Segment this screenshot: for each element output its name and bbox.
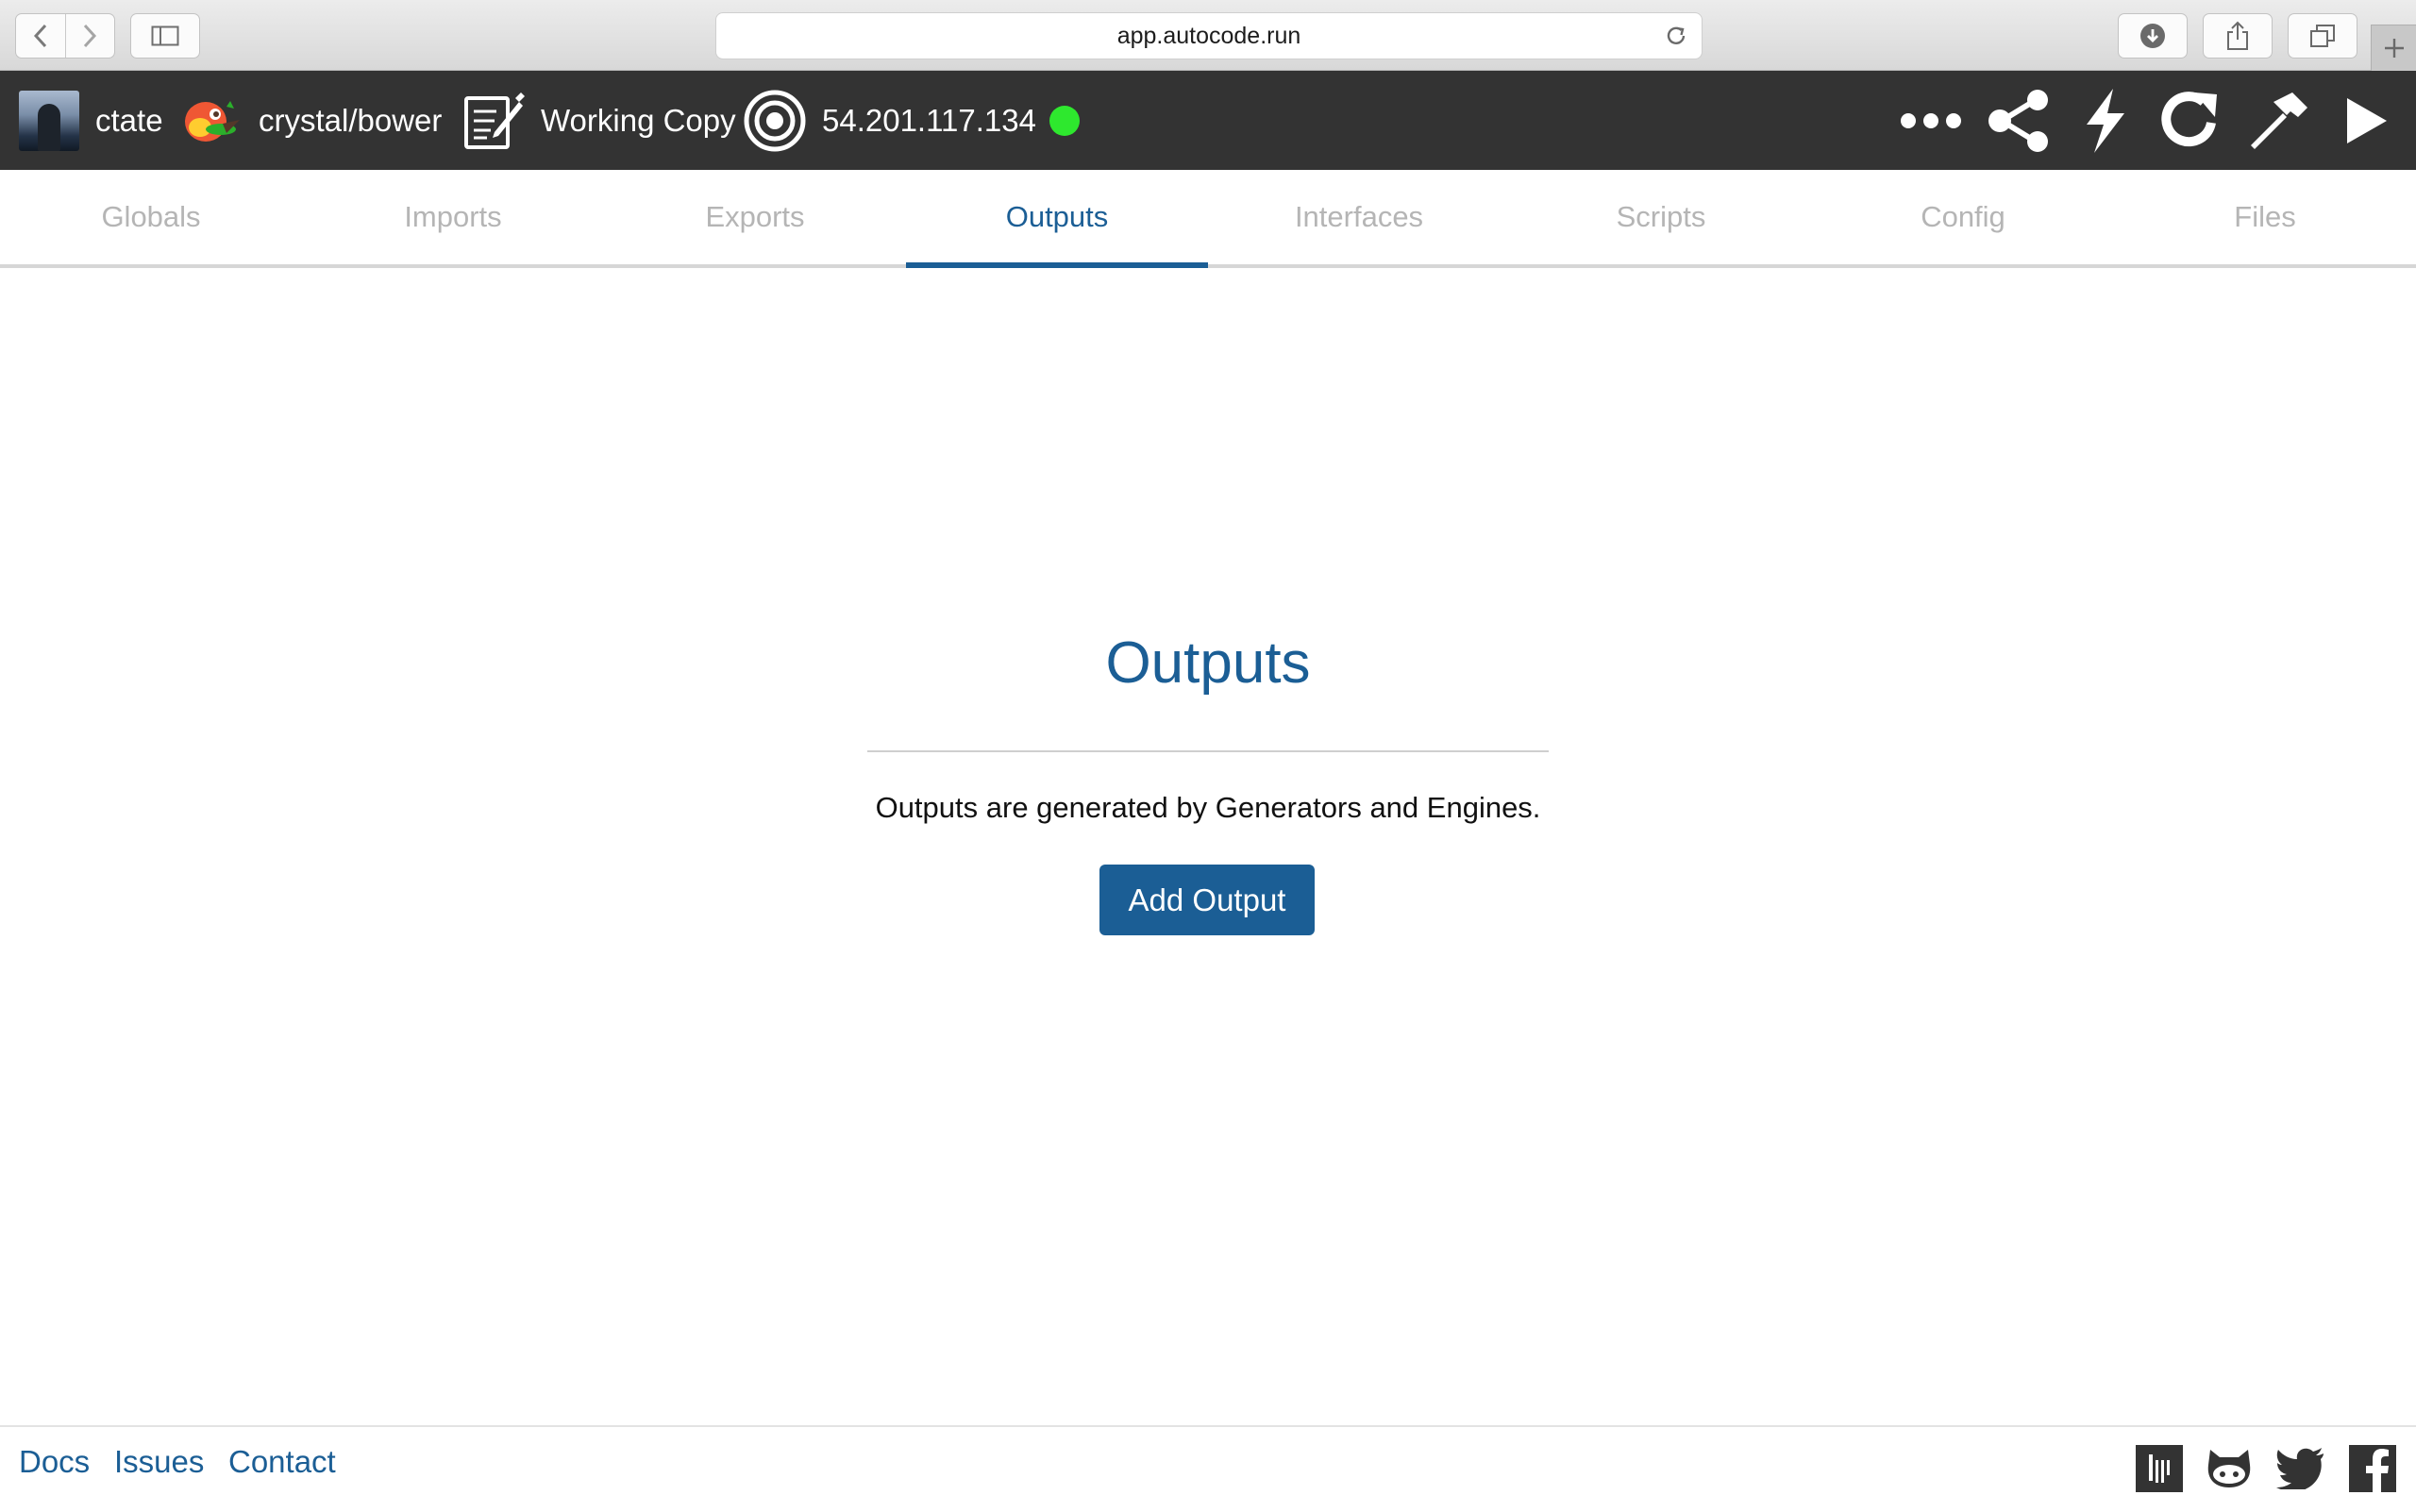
reload-icon[interactable] — [1664, 24, 1688, 48]
build-button[interactable] — [2244, 71, 2310, 170]
avatar[interactable] — [19, 90, 79, 151]
refresh-icon — [2161, 91, 2217, 146]
twitter-link[interactable] — [2276, 1444, 2325, 1493]
branch-name[interactable]: Working Copy — [541, 103, 736, 139]
gitter-link[interactable] — [2135, 1444, 2184, 1493]
user-profile[interactable] — [19, 71, 79, 170]
quick-action-button[interactable] — [2074, 71, 2135, 170]
target-icon — [744, 90, 806, 151]
plus-icon — [2385, 39, 2404, 58]
server-status-indicator — [1049, 105, 1080, 136]
new-tab-button[interactable] — [2371, 25, 2416, 71]
footer-link-docs[interactable]: Docs — [19, 1444, 90, 1480]
tabs-icon — [2310, 25, 2335, 47]
section-tabs: Globals Imports Exports Outputs Interfac… — [0, 170, 2416, 268]
footer-link-contact[interactable]: Contact — [228, 1444, 336, 1480]
play-icon — [2347, 97, 2387, 143]
footer-link-issues[interactable]: Issues — [114, 1444, 204, 1480]
sidebar-button[interactable] — [130, 13, 200, 59]
back-button[interactable] — [16, 14, 65, 58]
share-icon — [2227, 21, 2248, 50]
hammer-icon — [2251, 92, 2307, 149]
url-text: app.autocode.run — [1116, 22, 1301, 49]
github-icon — [2207, 1450, 2251, 1487]
title-divider — [867, 750, 1549, 752]
username[interactable]: ctate — [95, 103, 163, 139]
lightning-icon — [2087, 88, 2124, 153]
tab-files[interactable]: Files — [2114, 170, 2416, 264]
tab-scripts[interactable]: Scripts — [1510, 170, 1812, 264]
bower-bird-icon — [185, 100, 240, 142]
repo-name[interactable]: crystal/bower — [259, 103, 442, 139]
tab-exports[interactable]: Exports — [604, 170, 906, 264]
page-title: Outputs — [1105, 630, 1311, 696]
downloads-button[interactable] — [2118, 13, 2188, 59]
more-button[interactable] — [1899, 71, 1963, 170]
history-nav — [15, 13, 115, 59]
twitter-icon — [2276, 1448, 2324, 1489]
tab-imports[interactable]: Imports — [302, 170, 604, 264]
github-link[interactable] — [2205, 1444, 2254, 1493]
tab-outputs[interactable]: Outputs — [906, 170, 1208, 268]
tab-globals[interactable]: Globals — [0, 170, 302, 264]
download-icon — [2140, 24, 2165, 48]
app-header: ctate crystal/bower Working Copy 54.201.… — [0, 71, 2416, 170]
run-button[interactable] — [2335, 71, 2397, 170]
facebook-icon — [2349, 1445, 2396, 1492]
back-arrow-icon — [33, 24, 46, 48]
facebook-link[interactable] — [2348, 1444, 2397, 1493]
footer: Docs Issues Contact — [0, 1425, 2416, 1512]
tab-config[interactable]: Config — [1812, 170, 2114, 264]
refresh-button[interactable] — [2157, 71, 2223, 170]
share-nodes-icon — [1988, 89, 2048, 152]
address-bar[interactable]: app.autocode.run — [715, 12, 1703, 59]
empty-state-description: Outputs are generated by Generators and … — [875, 791, 1541, 824]
more-dots-icon — [1901, 112, 1961, 128]
add-output-button[interactable]: Add Output — [1099, 865, 1315, 935]
sidebar-icon — [151, 25, 179, 46]
edit-document-icon — [464, 92, 525, 149]
gitter-icon — [2136, 1445, 2183, 1492]
forward-arrow-icon — [84, 24, 97, 48]
server-ip: 54.201.117.134 — [822, 102, 1036, 138]
tabs-button[interactable] — [2288, 13, 2357, 59]
browser-toolbar: app.autocode.run — [0, 0, 2416, 71]
share-project-button[interactable] — [1986, 71, 2052, 170]
forward-button[interactable] — [64, 14, 115, 58]
share-button[interactable] — [2203, 13, 2273, 59]
tab-interfaces[interactable]: Interfaces — [1208, 170, 1510, 264]
